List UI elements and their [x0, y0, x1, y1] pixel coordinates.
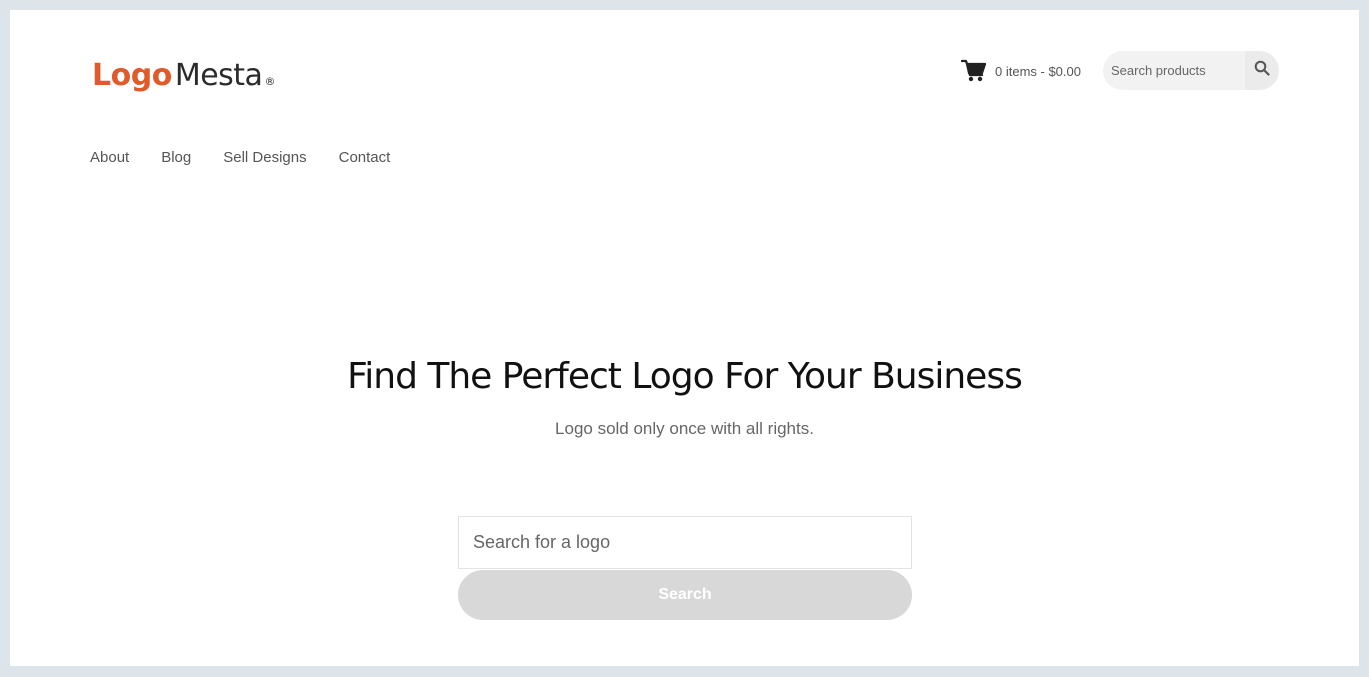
logo-text-primary: Logo [92, 58, 172, 93]
shopping-cart-icon [960, 59, 987, 83]
product-search [1103, 51, 1279, 90]
main-nav: About Blog Sell Designs Contact [90, 149, 422, 166]
search-button[interactable]: Search [458, 570, 912, 620]
nav-item-contact[interactable]: Contact [339, 149, 391, 166]
product-search-input[interactable] [1103, 51, 1245, 90]
registered-mark: ® [264, 75, 276, 88]
page: Logo Mesta ® 0 items - $0.00 Search prod… [10, 10, 1359, 666]
nav-item-about[interactable]: About [90, 149, 129, 166]
nav-item-sell-designs[interactable]: Sell Designs [223, 149, 306, 166]
search-icon [1254, 60, 1270, 81]
nav-item-blog[interactable]: Blog [161, 149, 191, 166]
logo-text-secondary: Mesta [174, 58, 263, 93]
hero-title: Find The Perfect Logo For Your Business [347, 356, 1023, 397]
cart-link[interactable]: 0 items - $0.00 [960, 59, 1081, 83]
cart-summary: 0 items - $0.00 [995, 63, 1081, 79]
hero-subtitle: Logo sold only once with all rights. [555, 419, 814, 438]
logo-search-input[interactable] [458, 516, 912, 569]
product-search-button[interactable] [1245, 51, 1279, 90]
site-logo[interactable]: Logo Mesta ® [92, 58, 275, 93]
